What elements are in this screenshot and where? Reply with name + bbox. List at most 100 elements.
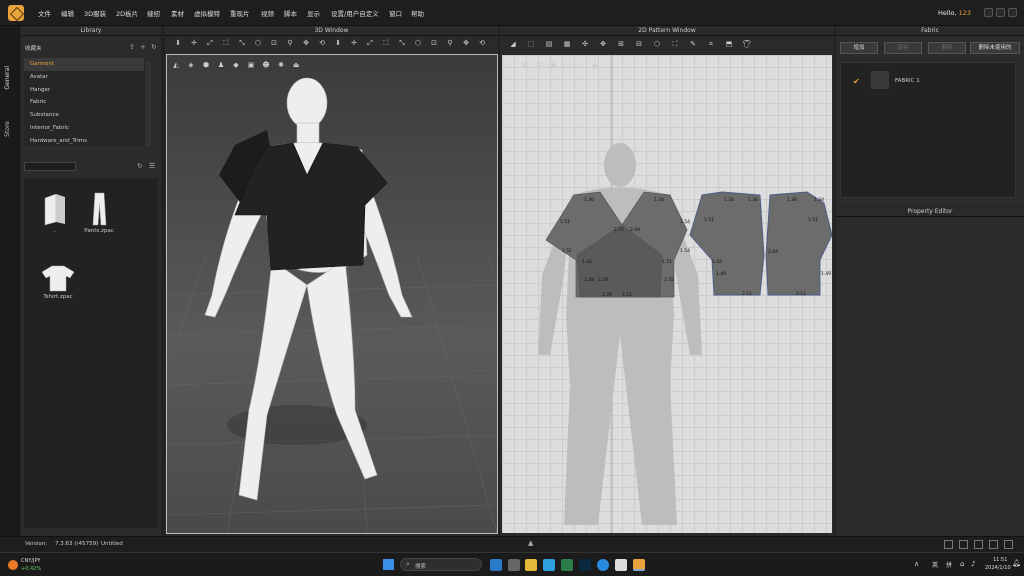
view-refresh-icon[interactable]: ↻ xyxy=(137,162,143,170)
tree-item-hardware[interactable]: Hardware_and_Trims xyxy=(24,135,144,148)
layout-single-icon[interactable] xyxy=(944,540,953,549)
clock-date[interactable]: 2024/1/10 xyxy=(985,565,1011,571)
fabric-check-icon[interactable]: ✔ xyxy=(853,77,860,86)
menu-item[interactable]: 窗口 xyxy=(389,8,402,18)
tray-chevron-icon[interactable]: ∧ xyxy=(914,560,919,568)
library-search-input[interactable] xyxy=(24,162,76,171)
network-icon[interactable]: ⌂ xyxy=(960,560,964,568)
menu-item[interactable]: 脚本 xyxy=(284,8,297,18)
layout-2d-icon[interactable] xyxy=(974,540,983,549)
tool-icon[interactable]: ⊡ xyxy=(429,39,439,48)
tool-icon[interactable]: ⊡ xyxy=(269,39,279,48)
menu-item[interactable]: 缝纫 xyxy=(147,8,160,18)
tool-icon[interactable]: 👕︎ xyxy=(742,40,752,49)
tool-icon[interactable]: ⬡ xyxy=(652,40,662,49)
tool-icon[interactable]: ✎ xyxy=(688,40,698,49)
expand-up-icon[interactable]: ▲ xyxy=(528,539,533,547)
tool-icon[interactable]: ⬇ xyxy=(173,39,183,48)
taskbar-search[interactable]: ⌕ 搜索 xyxy=(400,558,482,571)
tool-icon[interactable]: ⌗ xyxy=(706,40,716,49)
tshirt-item[interactable]: Tshirt.zpac xyxy=(40,264,83,300)
fabric-name[interactable]: FABRIC 1 xyxy=(895,78,920,84)
tool-icon[interactable]: ⬚ xyxy=(526,40,536,49)
menu-item[interactable]: 设置/用户自定义 xyxy=(331,8,379,18)
ime-pinyin[interactable]: 拼 xyxy=(946,560,952,569)
tool-icon[interactable]: ⤢ xyxy=(205,39,215,48)
tool-icon[interactable]: ◢ xyxy=(508,40,518,49)
volume-icon[interactable]: ♪ xyxy=(971,560,975,568)
fabric-delete-unused-button[interactable]: 删除未使用的 xyxy=(970,42,1020,54)
tool-icon[interactable]: ⛶ xyxy=(670,40,680,49)
tool-icon[interactable]: ⬡ xyxy=(413,39,423,48)
tool-icon[interactable]: ⚲ xyxy=(285,39,295,48)
tree-item-avatar[interactable]: Avatar xyxy=(24,71,144,84)
tab-general[interactable]: General xyxy=(4,66,11,90)
menu-item[interactable]: 文件 xyxy=(38,8,51,18)
taskbar-app-ie-icon[interactable] xyxy=(597,559,609,571)
pants-item[interactable]: Pants.zpac xyxy=(84,192,124,234)
menu-item[interactable]: 虚拟模特 xyxy=(194,8,220,18)
windows-start-icon[interactable] xyxy=(383,559,394,570)
tool-icon[interactable]: ⬡ xyxy=(253,39,263,48)
tool-icon[interactable]: ⟲ xyxy=(477,39,487,48)
tool-icon[interactable]: ▦ xyxy=(562,40,572,49)
tool-icon[interactable]: ✥ xyxy=(301,39,311,48)
close-icon[interactable] xyxy=(1008,8,1017,17)
tree-item-fabric[interactable]: Fabric xyxy=(24,96,144,109)
tree-item-interior-fabric[interactable]: Interior_Fabric xyxy=(24,122,144,135)
clock-time[interactable]: 11:51 xyxy=(993,557,1007,563)
tool-icon[interactable]: ⤡ xyxy=(397,39,407,48)
tree-item-substance[interactable]: Substance xyxy=(24,109,144,122)
tool-icon[interactable]: ⟲ xyxy=(317,39,327,48)
menu-item[interactable]: 2D板片 xyxy=(116,8,138,18)
tool-icon[interactable]: ✛ xyxy=(349,39,359,48)
notification-icon[interactable]: 🔔︎ xyxy=(1012,559,1021,567)
tool-icon[interactable]: ⛶ xyxy=(381,39,391,48)
fabric-add-button[interactable]: 增加 xyxy=(840,42,878,54)
tool-icon[interactable]: ⬇ xyxy=(333,39,343,48)
2d-viewport[interactable]: ⟋ ▦ ❂ ▣ ◫ ⬚ ⏏ 1.36 1.34 1.51 1.54 1.51 1.54 2.70 2.94… xyxy=(502,55,832,533)
tool-icon[interactable]: ⤢ xyxy=(365,39,375,48)
layout-full-icon[interactable] xyxy=(1004,540,1013,549)
tool-icon[interactable]: ✛ xyxy=(189,39,199,48)
taskbar-app-edge-icon[interactable] xyxy=(543,559,555,571)
view-list-icon[interactable]: ☰ xyxy=(149,162,155,170)
taskbar-app-copilot-icon[interactable] xyxy=(490,559,502,571)
taskbar-app-store-icon[interactable] xyxy=(561,559,573,571)
tool-icon[interactable]: ⊟ xyxy=(634,40,644,49)
taskbar-app-clo-icon[interactable] xyxy=(633,559,645,571)
taskbar-app-explorer-icon[interactable] xyxy=(525,559,537,571)
menu-item[interactable]: 编辑 xyxy=(61,8,74,18)
fabric-swatch[interactable] xyxy=(871,71,889,89)
layout-split-icon[interactable] xyxy=(959,540,968,549)
maximize-icon[interactable] xyxy=(996,8,1005,17)
tool-icon[interactable]: ⊞ xyxy=(616,40,626,49)
library-add-icon[interactable]: + xyxy=(140,43,146,51)
tool-icon[interactable]: ⬒ xyxy=(724,40,734,49)
taskbar-app-capture-icon[interactable] xyxy=(615,559,627,571)
minimize-icon[interactable] xyxy=(984,8,993,17)
tool-icon[interactable]: ⤡ xyxy=(237,39,247,48)
menu-item[interactable]: 显示 xyxy=(307,8,320,18)
library-upload-icon[interactable]: ⇪ xyxy=(129,43,135,51)
tool-icon[interactable]: ⛶ xyxy=(221,39,231,48)
3d-viewport[interactable]: ◭ ◈ ⬢ ♟ ◆ ▣ ☻ ✺ ⏏ xyxy=(166,54,498,534)
tab-store[interactable]: Store xyxy=(4,121,11,137)
library-refresh-icon[interactable]: ↻ xyxy=(151,43,157,51)
taskbar-app-taskview-icon[interactable] xyxy=(508,559,520,571)
ime-mode[interactable]: 英 xyxy=(932,560,938,569)
tree-item-hanger[interactable]: Hanger xyxy=(24,84,144,97)
fabric-delete-button[interactable]: 删除 xyxy=(928,42,966,54)
tool-icon[interactable]: ▤ xyxy=(544,40,554,49)
menu-item[interactable]: 3D服装 xyxy=(84,8,106,18)
tool-icon[interactable]: ✥ xyxy=(461,39,471,48)
currency-widget-icon[interactable] xyxy=(8,560,18,570)
tool-icon[interactable]: ⚲ xyxy=(445,39,455,48)
tree-item-garment[interactable]: Garment xyxy=(24,58,144,71)
fabric-copy-button[interactable]: 复制 xyxy=(884,42,922,54)
layout-3d-icon[interactable] xyxy=(989,540,998,549)
library-scrollbar[interactable] xyxy=(145,62,151,146)
menu-item[interactable]: 视频 xyxy=(261,8,274,18)
menu-item[interactable]: 素材 xyxy=(171,8,184,18)
tool-icon[interactable]: ✥ xyxy=(598,40,608,49)
